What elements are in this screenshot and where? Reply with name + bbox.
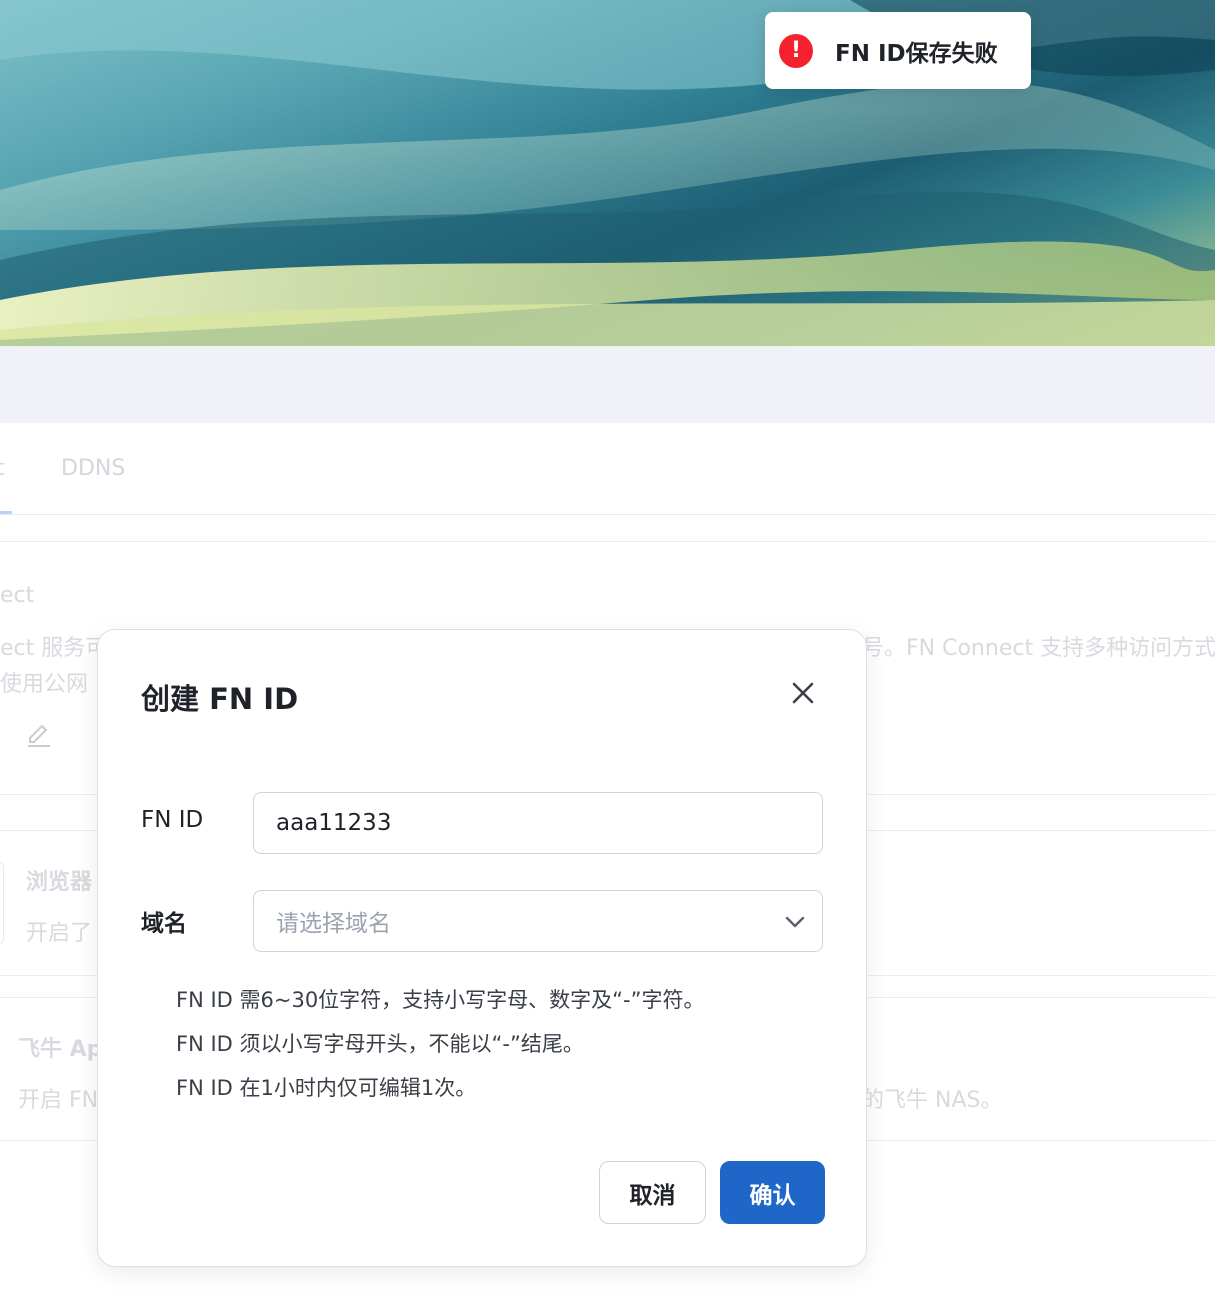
app-card-desc-left: 开启 FN [18,1088,99,1113]
rule-edit-limit: FN ID 在1小时内仅可编辑1次。 [176,1076,477,1100]
domain-select[interactable]: 请选择域名 [253,890,823,952]
app-card-desc-right: 的飞牛 NAS。 [862,1088,1003,1113]
chevron-down-icon [785,916,805,928]
toolbar-strip [0,346,1215,423]
section-desc-line1-right: 号。FN Connect 支持多种访问方式 [862,636,1215,661]
browser-card-desc: 开启了 [26,921,93,946]
app-card-title: 飞牛 Ap [18,1037,103,1062]
section-title: ect [0,583,35,608]
active-tab-indicator [0,511,12,514]
section-desc-line1-left: ect 服务可 [0,636,108,661]
browser-app-icon [0,862,4,944]
rule-length: FN ID 需6~30位字符，支持小写字母、数字及“-”字符。 [176,988,705,1012]
header-banner-image [0,0,1215,346]
confirm-button[interactable]: 确认 [720,1161,825,1224]
tab-ddns[interactable]: DDNS [61,456,125,481]
section-desc-line2: 使用公网 [0,672,89,697]
banner-wave-art [0,0,1215,346]
create-fnid-dialog: 创建 FN ID FN ID aaa11233 域名 请选择域名 FN ID 需… [97,629,867,1267]
dialog-title: 创建 FN ID [141,682,299,716]
browser-card-title: 浏览器 [26,870,93,895]
cancel-button[interactable]: 取消 [599,1161,706,1224]
close-icon [792,682,814,704]
domain-select-placeholder: 请选择域名 [276,911,391,937]
error-icon: ! [779,33,813,68]
close-button[interactable] [788,678,818,708]
edit-icon[interactable] [26,722,52,748]
fnid-rules: FN ID 需6~30位字符，支持小写字母、数字及“-”字符。 FN ID 须以… [176,982,705,1114]
domain-label: 域名 [141,911,187,937]
fnid-label: FN ID [141,807,204,833]
error-toast: ! FN ID保存失败 [765,12,1031,89]
fnid-input[interactable]: aaa11233 [253,792,823,854]
tab-fn-connect[interactable]: t [0,456,5,481]
toast-message: FN ID保存失败 [835,40,998,67]
divider [0,541,1215,542]
tab-bar: t DDNS [0,423,1215,515]
rule-start-end: FN ID 须以小写字母开头，不能以“-”结尾。 [176,1032,584,1056]
fnid-input-value: aaa11233 [276,810,392,836]
